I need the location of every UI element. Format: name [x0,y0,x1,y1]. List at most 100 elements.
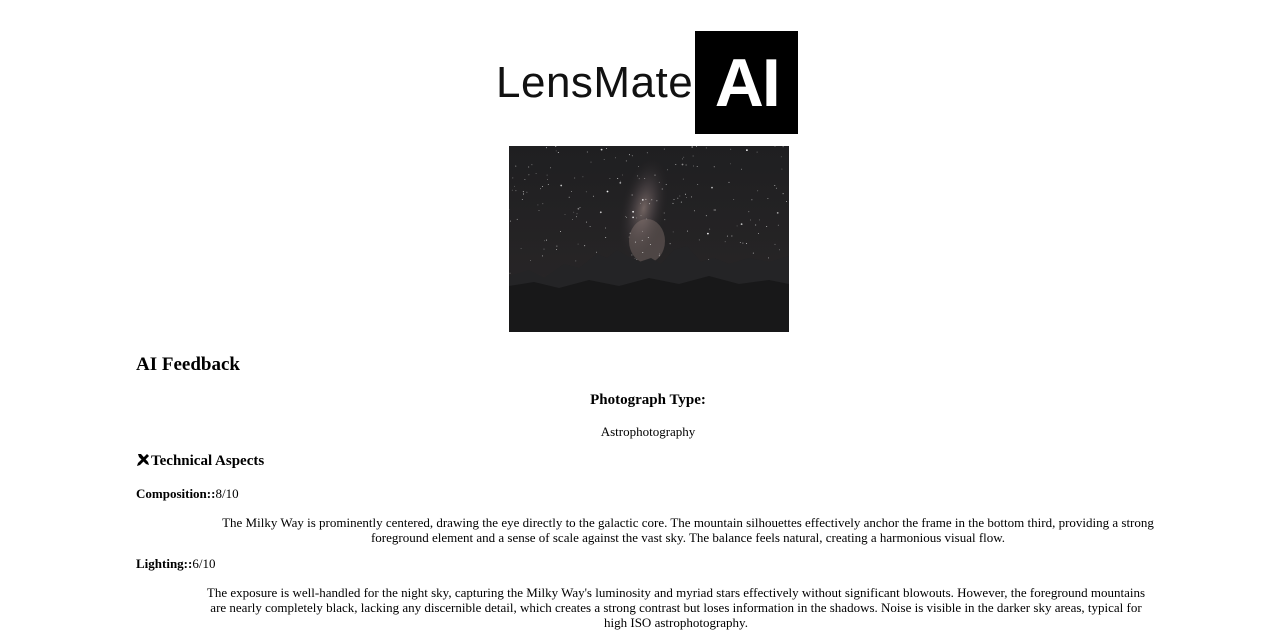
photo-star [606,190,609,193]
photo-star [545,147,547,149]
photo-star [540,188,542,190]
photo-star [542,185,544,187]
photo-star [768,257,769,259]
photo-star [740,223,743,225]
photo-star [649,244,651,246]
photo-star [528,174,530,176]
photo-star [786,201,788,202]
photo-star [663,148,665,150]
photo-star [780,156,782,158]
photo-star [782,146,784,148]
lighting-label: Lighting:: [136,556,193,571]
photo-star [586,151,588,153]
photo-star [605,237,607,238]
photo-star [515,190,517,192]
photo-star [614,157,616,159]
photo-star [546,174,548,176]
photo-star [513,185,515,187]
photo-star [681,163,684,166]
photo-star [638,165,640,167]
photo-star [638,178,640,180]
photo-star [757,190,759,192]
photo-star [621,174,623,176]
photo-star [713,209,715,211]
photo-star [556,245,558,247]
photo-star [682,158,683,160]
photo-star [522,191,524,193]
photo-star [550,167,552,169]
photo-star [777,224,779,226]
photo-star [631,194,633,196]
photo-star [757,232,759,234]
tools-icon [137,453,149,466]
photo-star [644,178,646,180]
photo-star [658,255,660,257]
photo-star [641,199,644,201]
photo-star [544,240,546,242]
photo-star [535,173,537,175]
photo-star [547,179,548,181]
photo-star [663,212,665,214]
photo-star [556,249,558,250]
photo-star [640,215,642,217]
photo-star [632,216,634,219]
photo-star [573,211,575,213]
photo-star [574,177,576,179]
photo-star [767,198,769,199]
photo-star [658,181,660,183]
photo-star [516,218,518,220]
ai-feedback-heading: AI Feedback [136,354,240,375]
photo-star [741,168,742,170]
photo-star [691,146,694,148]
photo-star [683,156,685,158]
photo-star [654,174,656,176]
photo-star [736,225,738,227]
photo-star [726,235,728,237]
photo-star [546,239,547,241]
photo-star [658,253,660,255]
photo-star [752,252,754,254]
photo-star [724,241,726,243]
photo-star [730,148,732,150]
photo-star [571,191,572,192]
photo-star [600,148,603,151]
photo-star [756,151,758,153]
photo-star [606,147,607,149]
photo-star [585,221,587,223]
photo-star [697,184,699,185]
photo-star [577,207,580,210]
composition-score-line: Composition::8/10 [136,486,239,502]
photo-star [646,152,648,154]
photo-star [596,251,597,253]
photo-star [584,245,586,247]
photo-star [713,166,715,168]
lensmate-logo: LensMate AI [496,31,799,134]
photograph-type-label: Photograph Type: [590,392,706,408]
photo-star [746,149,748,151]
lighting-feedback-text: The exposure is well-handled for the nig… [206,585,1146,630]
photo-star [634,257,636,259]
photo-star [560,184,563,187]
photo-star [636,258,638,260]
technical-aspects-heading: Technical Aspects [136,453,264,470]
uploaded-photo [509,146,789,332]
photo-star [599,211,602,214]
photo-star [728,181,730,183]
photo-star [682,178,684,180]
photo-star [585,191,587,193]
photo-star [755,224,757,226]
photo-star [692,155,694,157]
photo-star [731,235,733,237]
photo-star [530,260,532,261]
photo-star [758,219,760,221]
photo-star [641,239,643,241]
photo-star [636,217,638,219]
photo-star [686,230,688,232]
photo-star [537,204,539,206]
photo-star [547,184,549,186]
photo-star [542,203,544,205]
photo-star [628,154,630,156]
photo-star [685,197,687,198]
photo-star [672,202,674,204]
composition-feedback-text: The Milky Way is prominently centered, d… [222,515,1154,545]
